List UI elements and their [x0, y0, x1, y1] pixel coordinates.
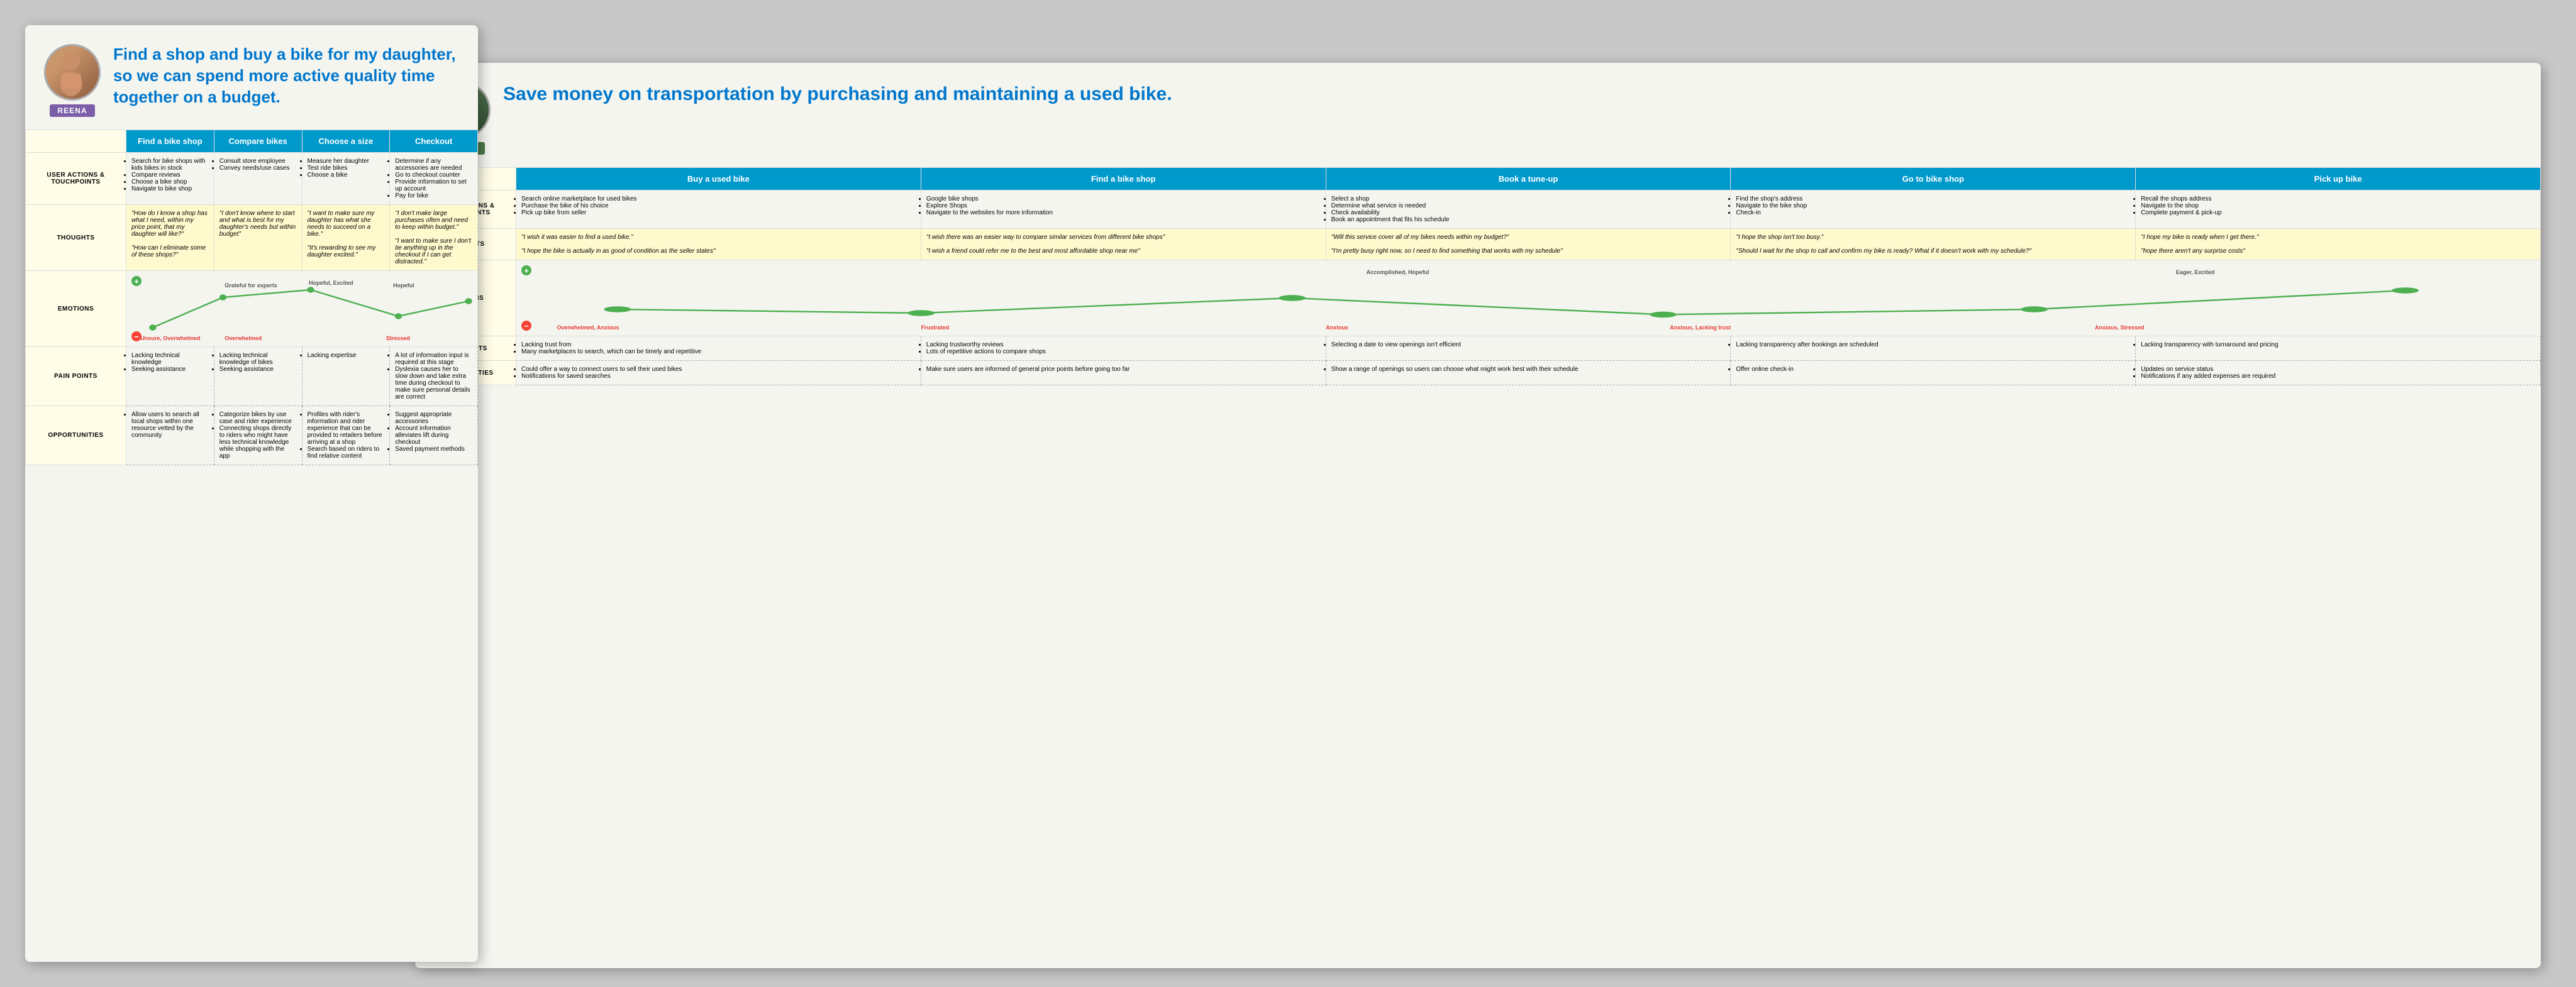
reena-emotion-curve	[126, 271, 477, 346]
reena-journey-map: REENA Find a shop and buy a bike for my …	[25, 25, 478, 962]
elliot-ua-1: Search online marketplace for used bikes…	[516, 190, 921, 229]
reena-corner-th	[26, 130, 126, 153]
elliot-thought-1: "I wish it was easier to find a used bik…	[516, 229, 921, 260]
elliot-ua-4: Find the shop's addressNavigate to the b…	[1731, 190, 2136, 229]
elliot-ua-2: Google bike shopsExplore ShopsNavigate t…	[921, 190, 1326, 229]
elliot-stage-3: Book a tune-up	[1326, 168, 1731, 190]
elliot-user-actions-row: USER ACTIONS & TOUCHPOINTS Search online…	[416, 190, 2541, 229]
elliot-stage-4: Go to bike shop	[1731, 168, 2136, 190]
elliot-opp-5: Updates on service statusNotifications i…	[2136, 361, 2541, 385]
elliot-emotions-content: + − Accomplished, Hopeful Eager, Excited…	[516, 260, 2541, 336]
elliot-opp-2: Make sure users are informed of general …	[921, 361, 1326, 385]
reena-thought-1: "How do I know a shop has what I need, w…	[126, 205, 214, 271]
reena-thought-2: "I don't know where to start and what is…	[214, 205, 302, 271]
elliot-title: Save money on transportation by purchasi…	[503, 82, 2522, 106]
elliot-pain-3: Selecting a date to view openings isn't …	[1326, 336, 1731, 361]
reena-thought-4: "I don't make large purchases often and …	[390, 205, 478, 271]
elliot-opp-row: OPPORTUNITIES Could offer a way to conne…	[416, 361, 2541, 385]
reena-stage-1: Find a bike shop	[126, 130, 214, 153]
reena-stage-4: Checkout	[390, 130, 478, 153]
elliot-stage-5: Pick up bike	[2136, 168, 2541, 190]
elliot-pain-row: PAIN POINTS Lacking trust fromMany marke…	[416, 336, 2541, 361]
reena-pain-3: Lacking expertise	[302, 347, 390, 406]
reena-opp-label: OPPORTUNITIES	[26, 406, 126, 465]
elliot-table: Buy a used bike Find a bike shop Book a …	[415, 167, 2541, 385]
reena-opp-1: Allow users to search all local shops wi…	[126, 406, 214, 465]
elliot-opp-4: Offer online check-in	[1731, 361, 2136, 385]
reena-opp-4: Suggest appropriate accessoriesAccount i…	[390, 406, 478, 465]
elliot-thoughts-row: THOUGHTS "I wish it was easier to find a…	[416, 229, 2541, 260]
elliot-thought-3: "Will this service cover all of my bikes…	[1326, 229, 1731, 260]
reena-emotions-label: EMOTIONS	[26, 271, 126, 347]
elliot-opp-1: Could offer a way to connect users to se…	[516, 361, 921, 385]
reena-header: REENA Find a shop and buy a bike for my …	[25, 25, 478, 130]
reena-emotions-content: + − Grateful for experts Hopeful, Excite…	[126, 271, 478, 347]
elliot-stage-2: Find a bike shop	[921, 168, 1326, 190]
elliot-thought-5: "I hope my bike is ready when I get ther…	[2136, 229, 2541, 260]
reena-ua-4: Determine if any accessories are neededG…	[390, 153, 478, 205]
reena-opp-row: OPPORTUNITIES Allow users to search all …	[26, 406, 478, 465]
elliot-emotion-curve	[516, 260, 2540, 336]
reena-ua-2: Consult store employeeConvey needs/use c…	[214, 153, 302, 205]
reena-opp-3: Profiles with rider's information and ri…	[302, 406, 390, 465]
reena-name-badge: REENA	[50, 104, 94, 117]
elliot-thought-2: "I wish there was an easier way to compa…	[921, 229, 1326, 260]
reena-avatar	[44, 44, 101, 101]
reena-ua-label: USER ACTIONS & TOUCHPOINTS	[26, 153, 126, 205]
reena-emotions-row: EMOTIONS + − Grateful for experts Hopefu…	[26, 271, 478, 347]
reena-thoughts-row: THOUGHTS "How do I know a shop has what …	[26, 205, 478, 271]
reena-pain-label: PAIN POINTS	[26, 347, 126, 406]
reena-stage-2: Compare bikes	[214, 130, 302, 153]
elliot-ua-3: Select a shopDetermine what service is n…	[1326, 190, 1731, 229]
reena-pain-row: PAIN POINTS Lacking technical knowledgeS…	[26, 347, 478, 406]
reena-ua-3: Measure her daughterTest ride bikesChoos…	[302, 153, 390, 205]
elliot-thought-4: "I hope the shop isn't too busy.""Should…	[1731, 229, 2136, 260]
elliot-pain-4: Lacking transparency after bookings are …	[1731, 336, 2136, 361]
elliot-pain-2: Lacking trustworthy reviewsLots of repet…	[921, 336, 1326, 361]
reena-pain-4: A lot of information input is required a…	[390, 347, 478, 406]
elliot-journey-map: ELLIOT Save money on transportation by p…	[415, 63, 2541, 968]
reena-table: Find a bike shop Compare bikes Choose a …	[25, 130, 478, 465]
reena-title: Find a shop and buy a bike for my daught…	[113, 44, 459, 108]
elliot-pain-1: Lacking trust fromMany marketplaces to s…	[516, 336, 921, 361]
reena-pain-2: Lacking technical knowledge of bikesSeek…	[214, 347, 302, 406]
elliot-ua-5: Recall the shops addressNavigate to the …	[2136, 190, 2541, 229]
reena-thought-3: "I want to make sure my daughter has wha…	[302, 205, 390, 271]
reena-user-actions-row: USER ACTIONS & TOUCHPOINTS Search for bi…	[26, 153, 478, 205]
elliot-pain-5: Lacking transparency with turnaround and…	[2136, 336, 2541, 361]
reena-thoughts-label: THOUGHTS	[26, 205, 126, 271]
reena-avatar-container: REENA	[44, 44, 101, 117]
elliot-emotions-row: EMOTIONS + − Accomplished, Hopeful Eager…	[416, 260, 2541, 336]
reena-opp-2: Categorize bikes by use case and rider e…	[214, 406, 302, 465]
elliot-stage-1: Buy a used bike	[516, 168, 921, 190]
reena-ua-1: Search for bike shops with kids bikes in…	[126, 153, 214, 205]
elliot-header: ELLIOT Save money on transportation by p…	[415, 63, 2541, 167]
reena-pain-1: Lacking technical knowledgeSeeking assis…	[126, 347, 214, 406]
elliot-opp-3: Show a range of openings so users can ch…	[1326, 361, 1731, 385]
reena-stage-3: Choose a size	[302, 130, 390, 153]
